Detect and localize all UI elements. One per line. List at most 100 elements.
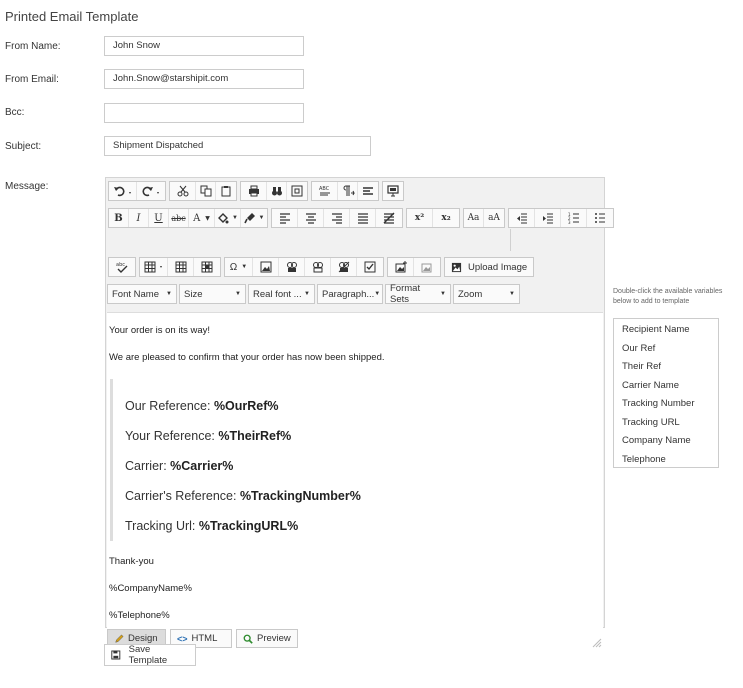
font-color-button[interactable]: A ▼ [189,209,215,227]
format-painter-button[interactable]: ▼ [241,209,267,227]
magnifier-icon [243,634,253,644]
subject-label: Subject: [5,141,42,152]
lowercase-button[interactable]: aA [484,209,504,227]
variable-item[interactable]: Telephone [614,451,718,470]
zoom-select[interactable]: Zoom ▼ [453,284,520,304]
format-sets-label: Format Sets [390,283,421,305]
edit-image-icon[interactable] [414,258,440,276]
variable-item[interactable]: Recipient Name [614,321,718,340]
chevron-down-icon: ▼ [509,291,515,297]
bold-button[interactable]: B [109,209,129,227]
ref-label: Carrier: [125,459,171,473]
content-line-1: Your order is on its way! [109,325,211,336]
bcc-input[interactable] [104,103,304,123]
real-font-select[interactable]: Real font ... ▼ [248,284,315,304]
print-icon[interactable] [241,182,267,200]
align-center-icon[interactable] [298,209,324,227]
bullet-list-icon[interactable] [587,209,613,227]
chevron-down-icon: ▼ [374,291,381,297]
spellcheck-abc-icon[interactable]: ABC [312,182,338,200]
image-icon[interactable] [253,258,279,276]
special-char-button[interactable]: Ω ▼ [225,258,253,276]
variable-item[interactable]: Their Ref [614,358,718,377]
undo-button[interactable] [109,182,137,200]
svg-text:3: 3 [568,220,571,224]
upload-image-button[interactable]: Upload Image [444,257,535,277]
chevron-down-icon: ▼ [166,291,172,297]
svg-text:ABC: ABC [319,186,330,192]
paragraph-select[interactable]: Paragraph... ▼ [317,284,383,304]
font-name-select[interactable]: Font Name ▼ [107,284,177,304]
paste-icon[interactable] [216,182,236,200]
superscript-button[interactable]: x² [407,209,433,227]
unlink-icon[interactable] [331,258,357,276]
variable-item[interactable]: Tracking Number [614,395,718,414]
zoom-label: Zoom [458,288,483,300]
from-email-input[interactable] [104,69,304,89]
indent-icon[interactable] [535,209,561,227]
svg-text:abc: abc [116,262,125,268]
align-lines-icon[interactable] [358,182,378,200]
text-style-group: B I U abc A ▼ ▼ ▼ [108,208,268,228]
uppercase-button[interactable]: Aa [464,209,484,227]
font-name-label: Font Name [112,288,159,300]
content-line-2: We are pleased to confirm that your orde… [109,352,385,363]
justify-icon[interactable] [350,209,376,227]
numbered-list-icon[interactable]: 123 [561,209,587,227]
from-name-input[interactable] [104,36,304,56]
align-right-icon[interactable] [324,209,350,227]
variable-item[interactable]: Tracking URL [614,414,718,433]
chevron-down-icon: ▼ [241,264,248,270]
editor-content[interactable]: Your order is on its way! We are pleased… [107,312,603,628]
subject-input[interactable] [104,136,371,156]
ref-value: %OurRef% [213,399,279,413]
paragraph-marks-icon[interactable] [338,182,358,200]
from-email-label: From Email: [5,74,59,85]
rich-text-editor: ABC B I U abc A ▼ ▼ ▼ x² x₂ Aa aA 1 2 3 … [105,177,614,628]
ref-value: %Carrier% [170,459,234,473]
variable-item[interactable]: Our Ref [614,340,718,359]
monitor-preview-icon[interactable] [383,182,403,200]
paragraph-label: Paragraph... [322,288,375,300]
link-icon[interactable] [305,258,331,276]
blockquote-bar [110,379,113,541]
strikethrough-button[interactable]: abc [169,209,189,227]
font-size-select[interactable]: Size ▼ [179,284,246,304]
table-icon[interactable] [140,258,168,276]
resize-handle-icon[interactable] [592,638,602,648]
cut-icon[interactable] [170,182,196,200]
copy-icon[interactable] [196,182,216,200]
align-left-icon[interactable] [272,209,298,227]
spellcheck-group: abc [108,257,136,277]
content-telephone: %Telephone% [109,610,170,621]
case-group: Aa aA [463,208,505,228]
ref-value: %TrackingURL% [198,519,299,533]
format-sets-select[interactable]: Format Sets ▼ [385,283,451,305]
clear-format-icon[interactable] [376,209,402,227]
variable-item[interactable]: Carrier Name [614,377,718,396]
underline-button[interactable]: U [149,209,169,227]
media-icon[interactable] [279,258,305,276]
html-tab-label: HTML [191,633,218,644]
spellcheck-button[interactable]: abc [109,258,135,276]
redo-button[interactable] [137,182,165,200]
subscript-button[interactable]: x₂ [433,209,459,227]
source-group: ABC [311,181,379,201]
table-props-icon[interactable] [168,258,194,276]
image-tools-group [387,257,441,277]
cell-props-icon[interactable] [194,258,220,276]
variable-item[interactable]: Company Name [614,432,718,451]
insert-image-icon[interactable] [388,258,414,276]
template-check-icon[interactable] [357,258,383,276]
ref-line-url: Tracking Url: %TrackingURL% [125,519,298,533]
preview-tab[interactable]: Preview [236,629,298,648]
italic-button[interactable]: I [129,209,149,227]
fullscreen-icon[interactable] [287,182,307,200]
table-group [139,257,221,277]
chevron-down-icon: ▼ [440,291,446,297]
save-template-button[interactable]: Save Template [104,644,196,666]
background-color-button[interactable]: ▼ [215,209,241,227]
page-title: Printed Email Template [5,9,139,24]
find-icon[interactable] [267,182,287,200]
outdent-icon[interactable] [509,209,535,227]
